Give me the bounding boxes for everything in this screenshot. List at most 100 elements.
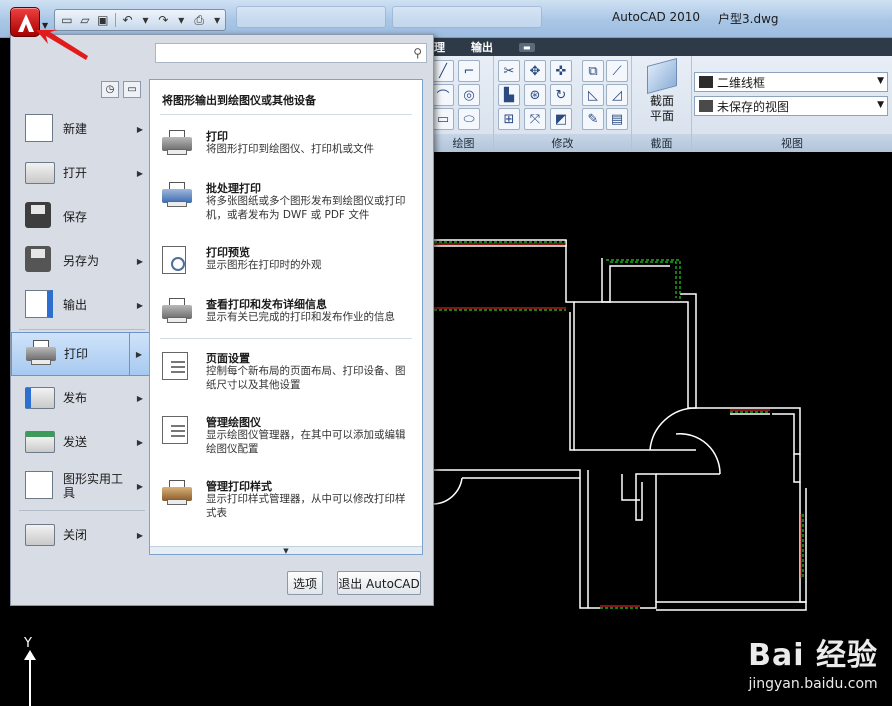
view-panel: 二维线框 ▼ 未保存的视图 ▼ 视图 <box>692 56 892 152</box>
copy-icon[interactable]: ⧉ <box>582 60 604 82</box>
submenu-item-plot-details[interactable]: 查看打印和发布详细信息 显示有关已完成的打印和发布作业的信息 <box>162 296 416 332</box>
menu-item-save-as[interactable]: 另存为 ▶ <box>11 239 153 283</box>
stretch-icon[interactable]: ⤧ <box>524 108 546 130</box>
send-icon <box>25 427 55 457</box>
save-icon[interactable]: ▣ <box>95 11 111 29</box>
move-icon[interactable]: ✜ <box>550 60 572 82</box>
menu-item-label: 新建 <box>63 122 88 136</box>
redo-dropdown-icon[interactable]: ▾ <box>173 11 189 29</box>
submenu-item-manage-plot-styles[interactable]: 管理打印样式 显示打印样式管理器，从中可以修改打印样式表 <box>162 478 416 519</box>
recent-documents-icon[interactable]: ◷ <box>101 81 119 98</box>
section-panel: 截面 平面 截面 <box>632 56 692 152</box>
menu-item-print[interactable]: 打印 ▶ <box>11 332 153 376</box>
section-plane-button[interactable]: 截面 平面 <box>638 57 686 124</box>
erase-icon[interactable]: ◩ <box>550 108 572 130</box>
chevron-right-icon: ▶ <box>136 393 143 403</box>
publish-icon <box>25 383 55 413</box>
rotate-icon[interactable]: ↻ <box>550 84 572 106</box>
new-doc-icon <box>25 114 55 144</box>
open-documents-icon[interactable]: ▭ <box>123 81 141 98</box>
menu-item-label: 打开 <box>63 166 88 180</box>
plot-icon[interactable]: ⎙ <box>191 11 207 29</box>
menu-item-publish[interactable]: 发布 ▶ <box>11 376 153 420</box>
qat-customize-icon[interactable]: ▾ <box>209 11 225 29</box>
wall <box>565 240 575 451</box>
draw-panel-title[interactable]: 绘图 <box>434 134 493 152</box>
line-icon[interactable]: ╱ <box>432 60 454 82</box>
options-button[interactable]: 选项 <box>287 571 323 595</box>
section-plane-label-2: 平面 <box>649 109 674 123</box>
ellipse-icon[interactable]: ⬭ <box>458 108 480 130</box>
chevron-right-icon: ▶ <box>136 481 143 491</box>
submenu-scroll-down[interactable]: ▼ <box>150 546 422 555</box>
menu-item-new[interactable]: 新建 ▶ <box>11 107 153 151</box>
blurred-tab <box>392 6 542 28</box>
chevron-right-icon: ▶ <box>136 300 143 310</box>
submenu-item-manage-plotters[interactable]: 管理绘图仪 显示绘图仪管理器，在其中可以添加或编辑绘图仪配置 <box>162 414 416 455</box>
menu-item-send[interactable]: 发送 ▶ <box>11 420 153 464</box>
exit-autocad-button[interactable]: 退出 AutoCAD <box>337 571 421 595</box>
menu-item-close[interactable]: 关闭 ▶ <box>11 513 153 557</box>
trim-icon[interactable]: ✂ <box>498 60 520 82</box>
menu-item-export[interactable]: 输出 ▶ <box>11 283 153 327</box>
fillet-icon[interactable]: ◺ <box>582 84 604 106</box>
polyline-icon[interactable]: ⌐ <box>458 60 480 82</box>
menu-divider <box>19 510 145 511</box>
mirror-icon[interactable]: ⊞ <box>498 108 520 130</box>
undo-dropdown-icon[interactable]: ▾ <box>138 11 154 29</box>
extend-icon[interactable]: ⟋ <box>606 60 628 82</box>
paint-icon[interactable]: ✎ <box>582 108 604 130</box>
open-folder-icon <box>25 158 55 188</box>
visual-style-select[interactable]: 二维线框 ▼ <box>694 72 888 92</box>
wall <box>574 293 697 409</box>
toolbar-separator <box>114 13 116 27</box>
print-submenu-panel: 将图形输出到绘图仪或其他设备 打印 将图形打印到绘图仪、打印机或文件 批处理打印… <box>149 79 423 555</box>
menu-item-save[interactable]: 保存 <box>11 195 153 239</box>
arc-icon[interactable]: ⌒ <box>432 84 454 106</box>
door-swing <box>675 433 721 475</box>
redo-icon[interactable]: ↷ <box>155 11 171 29</box>
chamfer-icon[interactable]: ◿ <box>606 84 628 106</box>
drawing-utilities-icon <box>25 471 55 501</box>
section-panel-title[interactable]: 截面 <box>632 134 691 152</box>
draw-panel: ╱ ⌐ ⌒ ◎ ▭ ⬭ 绘图 <box>432 56 494 152</box>
watermark-url: jingyan.baidu.com <box>748 676 878 692</box>
submenu-item-plot-preview[interactable]: 打印预览 显示图形在打印时的外观 <box>162 244 416 280</box>
submenu-item-desc: 显示打印样式管理器，从中可以修改打印样式表 <box>206 493 406 519</box>
submenu-item-batch-plot[interactable]: 批处理打印 将多张图纸或多个图形发布到绘图仪或打印机，或者发布为 DWF 或 P… <box>162 180 416 230</box>
circle-icon[interactable]: ◎ <box>458 84 480 106</box>
menu-item-label: 保存 <box>63 210 88 224</box>
menu-item-open[interactable]: 打开 ▶ <box>11 151 153 195</box>
ribbon-tab-manage[interactable]: 理 <box>434 39 445 55</box>
menu-item-drawing-utilities[interactable]: 图形实用工具 ▶ <box>11 464 153 508</box>
plot-styles-icon <box>162 480 194 512</box>
chevron-right-icon: ▶ <box>136 256 143 266</box>
menu-search-input[interactable]: ⚲ <box>155 43 427 63</box>
menu-item-label: 发布 <box>63 391 88 405</box>
ribbon-tab-output[interactable]: 输出 <box>471 39 493 55</box>
submenu-item-desc: 将多张图纸或多个图形发布到绘图仪或打印机，或者发布为 DWF 或 PDF 文件 <box>206 195 406 221</box>
red-annotation-arrow-icon <box>36 30 88 60</box>
submenu-item-page-setup[interactable]: 页面设置 控制每个新布局的页面布局、打印设备、图纸尺寸以及其他设置 <box>162 350 416 400</box>
wall <box>640 601 807 611</box>
export-icon <box>25 290 55 320</box>
array-icon[interactable]: ⊛ <box>524 84 546 106</box>
submenu-item-desc: 显示有关已完成的打印和发布作业的信息 <box>206 311 395 323</box>
saved-view-select[interactable]: 未保存的视图 ▼ <box>694 96 888 116</box>
chevron-right-icon: ▶ <box>136 124 143 134</box>
chevron-right-icon: ▶ <box>136 530 143 540</box>
copy-props-icon[interactable]: ▤ <box>606 108 628 130</box>
menu-item-label: 图形实用工具 <box>63 472 124 500</box>
rotate3d-icon[interactable]: ✥ <box>524 60 546 82</box>
undo-icon[interactable]: ↶ <box>120 11 136 29</box>
align-icon[interactable]: ▙ <box>498 84 520 106</box>
submenu-item-plot[interactable]: 打印 将图形打印到绘图仪、打印机或文件 <box>162 128 416 168</box>
ribbon-minimize-icon[interactable]: ▬ <box>519 42 535 52</box>
menu-item-label: 另存为 <box>63 254 100 268</box>
save-disk-icon <box>25 202 55 232</box>
modify-panel-title[interactable]: 修改 <box>494 134 631 152</box>
visual-style-icon <box>699 76 713 88</box>
view-panel-title[interactable]: 视图 <box>692 134 892 152</box>
y-axis-line <box>29 656 31 706</box>
rectangle-icon[interactable]: ▭ <box>432 108 454 130</box>
